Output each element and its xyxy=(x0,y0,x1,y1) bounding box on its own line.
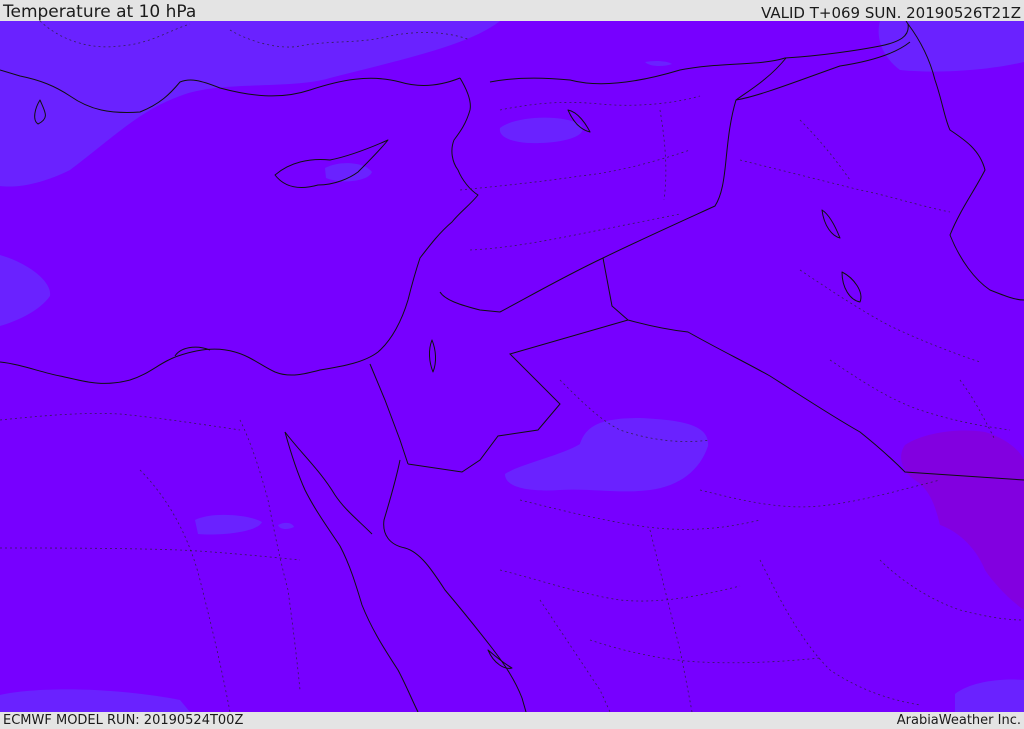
model-run-label: ECMWF MODEL RUN: 20190524T00Z xyxy=(3,713,244,728)
header-bar: Temperature at 10 hPa VALID T+069 SUN. 2… xyxy=(0,0,1024,21)
temperature-map[interactable] xyxy=(0,21,1024,712)
credit-label: ArabiaWeather Inc. xyxy=(896,713,1021,728)
valid-time: VALID T+069 SUN. 20190526T21Z xyxy=(761,4,1021,22)
footer-bar: ECMWF MODEL RUN: 20190524T00Z ArabiaWeat… xyxy=(0,712,1024,729)
map-title: Temperature at 10 hPa xyxy=(3,2,197,22)
cooler-zone-northeast xyxy=(878,21,1024,72)
